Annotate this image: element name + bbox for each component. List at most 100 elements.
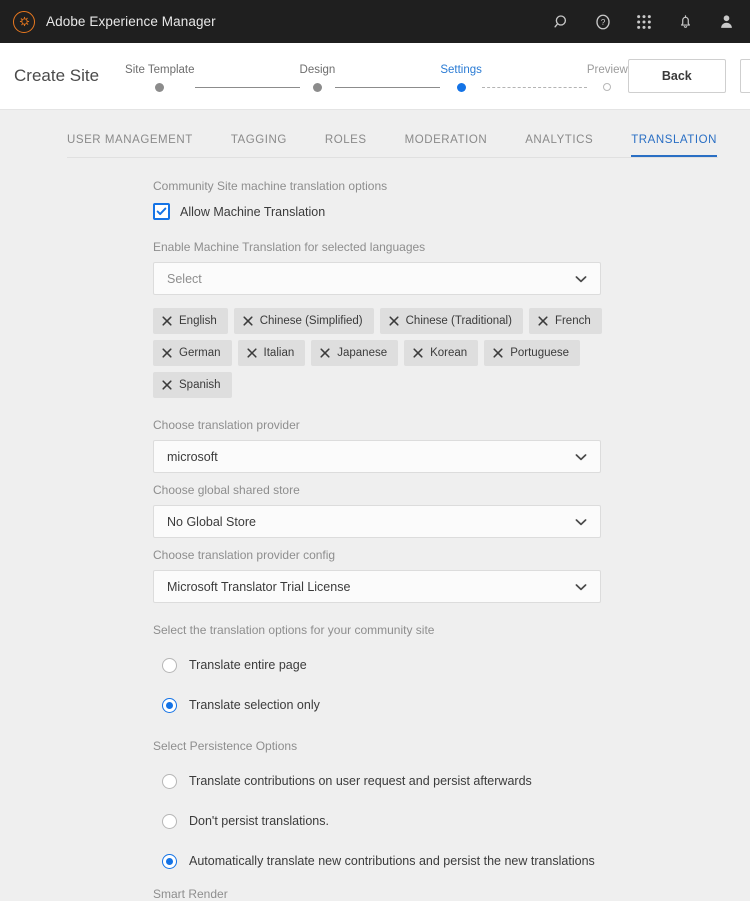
wizard-step-label: Settings	[440, 64, 482, 76]
language-chip[interactable]: Japanese	[311, 340, 399, 366]
radio-label: Automatically translate new contribution…	[189, 854, 595, 868]
chevron-down-icon	[573, 271, 589, 287]
language-chip[interactable]: Spanish	[153, 372, 232, 398]
language-chip-label: Portuguese	[510, 347, 570, 359]
next-button[interactable]: Next	[739, 59, 750, 93]
radio-unselected-icon	[162, 773, 177, 789]
back-button[interactable]: Back	[627, 59, 726, 93]
user-avatar-icon[interactable]	[716, 12, 736, 32]
wizard-step-label: Design	[299, 64, 336, 76]
bell-icon[interactable]	[675, 12, 695, 32]
wizard-step-preview[interactable]: Preview	[587, 64, 628, 91]
close-icon[interactable]	[162, 348, 172, 358]
allow-machine-translation-checkbox[interactable]: Allow Machine Translation	[153, 203, 750, 220]
step-dot-done	[312, 83, 322, 92]
language-chip-label: French	[554, 315, 591, 327]
language-chip[interactable]: French	[528, 308, 602, 334]
tab-enablement[interactable]: ENABLEMENT	[736, 134, 750, 157]
translation-provider-config-select[interactable]: Microsoft Translator Trial License	[153, 570, 601, 603]
radio-label: Translate entire page	[189, 658, 307, 672]
close-icon[interactable]	[320, 348, 330, 358]
radio-translate-selection-only[interactable]: Translate selection only	[153, 685, 750, 725]
settings-tab-bar: USER MANAGEMENT TAGGING ROLES MODERATION…	[0, 110, 750, 157]
languages-select[interactable]: Select	[153, 262, 601, 295]
tab-translation[interactable]: TRANSLATION	[612, 134, 736, 157]
radio-label: Don't persist translations.	[189, 814, 329, 828]
language-chip-label: English	[179, 315, 217, 327]
radio-unselected-icon	[162, 657, 177, 673]
close-icon[interactable]	[243, 316, 253, 326]
translation-provider-select[interactable]: microsoft	[153, 440, 601, 473]
step-connector	[335, 83, 441, 92]
search-icon[interactable]	[552, 12, 572, 32]
step-connector	[194, 83, 300, 92]
tab-analytics[interactable]: ANALYTICS	[506, 134, 612, 157]
svg-text:?: ?	[601, 18, 606, 27]
close-icon[interactable]	[162, 316, 172, 326]
language-chip-label: Spanish	[179, 379, 221, 391]
language-chip[interactable]: Chinese (Traditional)	[379, 308, 523, 334]
wizard-header: Create Site Site Template Design Setting…	[0, 43, 750, 110]
tab-user-management[interactable]: USER MANAGEMENT	[62, 134, 212, 157]
global-shared-store-value: No Global Store	[167, 514, 256, 529]
brand-area[interactable]: Adobe Experience Manager	[13, 10, 216, 33]
step-dot-done	[155, 83, 165, 92]
radio-dont-persist[interactable]: Don't persist translations.	[153, 801, 750, 841]
translation-provider-config-value: Microsoft Translator Trial License	[167, 579, 351, 594]
language-chip[interactable]: Chinese (Simplified)	[233, 308, 374, 334]
language-chip-label: Italian	[263, 347, 295, 359]
close-icon[interactable]	[389, 316, 399, 326]
global-shared-store-select[interactable]: No Global Store	[153, 505, 601, 538]
translation-provider-value: microsoft	[167, 449, 218, 464]
tab-roles[interactable]: ROLES	[306, 134, 386, 157]
translation-options-label: Select the translation options for your …	[153, 623, 435, 637]
language-chip-label: Japanese	[337, 347, 388, 359]
close-icon[interactable]	[246, 348, 257, 358]
wizard-stepper: Site Template Design Settings Preview	[125, 60, 628, 92]
step-connector-dashed	[481, 83, 587, 92]
step-dot-future	[603, 83, 612, 91]
radio-translate-entire-page[interactable]: Translate entire page	[153, 645, 750, 685]
radio-persist-on-user-request[interactable]: Translate contributions on user request …	[153, 761, 750, 801]
provider-label: Choose translation provider	[153, 418, 300, 432]
language-chip[interactable]: Portuguese	[484, 340, 581, 366]
close-icon[interactable]	[162, 380, 172, 390]
radio-label: Translate contributions on user request …	[189, 774, 532, 788]
topbar-icon-group: ?	[552, 12, 736, 32]
wizard-step-site-template[interactable]: Site Template	[125, 64, 195, 92]
languages-select-value: Select	[167, 271, 202, 286]
radio-auto-translate-and-persist[interactable]: Automatically translate new contribution…	[153, 841, 750, 881]
top-navigation-bar: Adobe Experience Manager ?	[0, 0, 750, 43]
wizard-step-label: Preview	[586, 64, 628, 76]
language-chip[interactable]: Korean	[404, 340, 479, 366]
global-store-label: Choose global shared store	[153, 483, 300, 497]
radio-selected-icon	[162, 853, 177, 869]
wizard-step-design[interactable]: Design	[299, 64, 336, 92]
smart-render-label: Smart Render	[153, 887, 228, 901]
help-icon[interactable]: ?	[593, 12, 613, 32]
close-icon[interactable]	[493, 348, 503, 358]
language-chip[interactable]: German	[153, 340, 232, 366]
step-dot-current	[456, 83, 466, 92]
radio-selected-icon	[162, 697, 177, 713]
chevron-down-icon	[573, 514, 589, 530]
language-chip[interactable]: Italian	[237, 340, 306, 366]
machine-translation-heading: Community Site machine translation optio…	[153, 179, 388, 193]
provider-config-label: Choose translation provider config	[153, 548, 336, 562]
tab-tagging[interactable]: TAGGING	[212, 134, 306, 157]
adobe-gear-logo-icon	[13, 10, 35, 33]
app-grid-icon[interactable]	[634, 12, 654, 32]
content-area: USER MANAGEMENT TAGGING ROLES MODERATION…	[0, 110, 750, 901]
wizard-step-label: Site Template	[125, 64, 195, 76]
language-chip-label: Chinese (Simplified)	[259, 315, 363, 327]
selected-languages-chip-list: English Chinese (Simplified) Chinese (Tr…	[153, 308, 605, 398]
close-icon[interactable]	[538, 316, 548, 326]
tab-moderation[interactable]: MODERATION	[386, 134, 507, 157]
wizard-step-settings[interactable]: Settings	[440, 64, 482, 92]
language-chip[interactable]: English	[153, 308, 228, 334]
close-icon[interactable]	[413, 348, 423, 358]
